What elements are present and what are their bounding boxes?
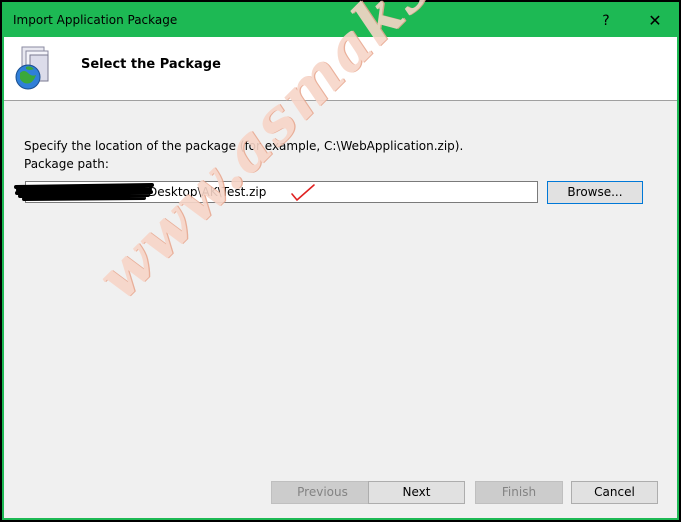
help-button[interactable]: ?	[592, 10, 620, 32]
window-title: Import Application Package	[13, 13, 178, 27]
instructions-text: Specify the location of the package (for…	[24, 139, 464, 153]
next-button[interactable]: Next	[368, 481, 465, 504]
package-globe-icon	[15, 46, 49, 90]
redaction-scribble	[14, 183, 154, 201]
title-bar[interactable]: Import Application Package ? ✕	[4, 4, 677, 37]
red-checkmark-annotation	[291, 184, 315, 202]
close-button[interactable]: ✕	[641, 10, 669, 32]
cancel-button[interactable]: Cancel	[571, 481, 658, 504]
previous-button[interactable]: Previous	[271, 481, 374, 504]
package-path-label: Package path:	[24, 157, 109, 171]
finish-button[interactable]: Finish	[475, 481, 563, 504]
import-package-dialog: Import Application Package ? ✕ Select th…	[2, 0, 679, 520]
page-heading: Select the Package	[81, 57, 221, 72]
browse-button[interactable]: Browse...	[547, 181, 643, 204]
wizard-header: Select the Package	[4, 37, 677, 101]
